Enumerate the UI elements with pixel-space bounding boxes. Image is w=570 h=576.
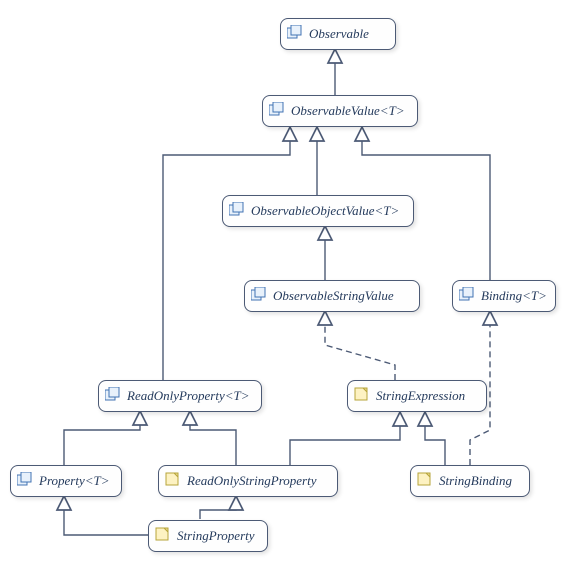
uml-interface-observable-string-value: ObservableStringValue bbox=[244, 280, 420, 312]
uml-class-string-property: StringProperty bbox=[148, 520, 268, 552]
uml-interface-readonly-property: ReadOnlyProperty<T> bbox=[98, 380, 262, 412]
interface-icon bbox=[229, 202, 245, 216]
class-icon bbox=[417, 472, 433, 486]
node-label: Observable bbox=[309, 25, 369, 43]
uml-interface-observable-value: ObservableValue<T> bbox=[262, 95, 418, 127]
uml-class-string-expression: StringExpression bbox=[347, 380, 487, 412]
interface-icon bbox=[17, 472, 33, 486]
node-label: StringExpression bbox=[376, 387, 465, 405]
class-icon bbox=[165, 472, 181, 486]
node-label: Binding<T> bbox=[481, 287, 547, 305]
interface-icon bbox=[459, 287, 475, 301]
uml-class-readonly-string-property: ReadOnlyStringProperty bbox=[158, 465, 338, 497]
class-icon bbox=[354, 387, 370, 401]
node-label: ReadOnlyStringProperty bbox=[187, 472, 317, 490]
uml-interface-observable-object-value: ObservableObjectValue<T> bbox=[222, 195, 414, 227]
node-label: ObservableValue<T> bbox=[291, 102, 405, 120]
interface-icon bbox=[251, 287, 267, 301]
node-label: StringBinding bbox=[439, 472, 512, 490]
interface-icon bbox=[287, 25, 303, 39]
node-label: StringProperty bbox=[177, 527, 255, 545]
node-label: Property<T> bbox=[39, 472, 110, 490]
uml-interface-property: Property<T> bbox=[10, 465, 122, 497]
node-label: ObservableStringValue bbox=[273, 287, 394, 305]
node-label: ReadOnlyProperty<T> bbox=[127, 387, 249, 405]
class-icon bbox=[155, 527, 171, 541]
uml-interface-binding: Binding<T> bbox=[452, 280, 556, 312]
interface-icon bbox=[105, 387, 121, 401]
uml-class-string-binding: StringBinding bbox=[410, 465, 530, 497]
node-label: ObservableObjectValue<T> bbox=[251, 202, 399, 220]
interface-icon bbox=[269, 102, 285, 116]
uml-interface-observable: Observable bbox=[280, 18, 396, 50]
